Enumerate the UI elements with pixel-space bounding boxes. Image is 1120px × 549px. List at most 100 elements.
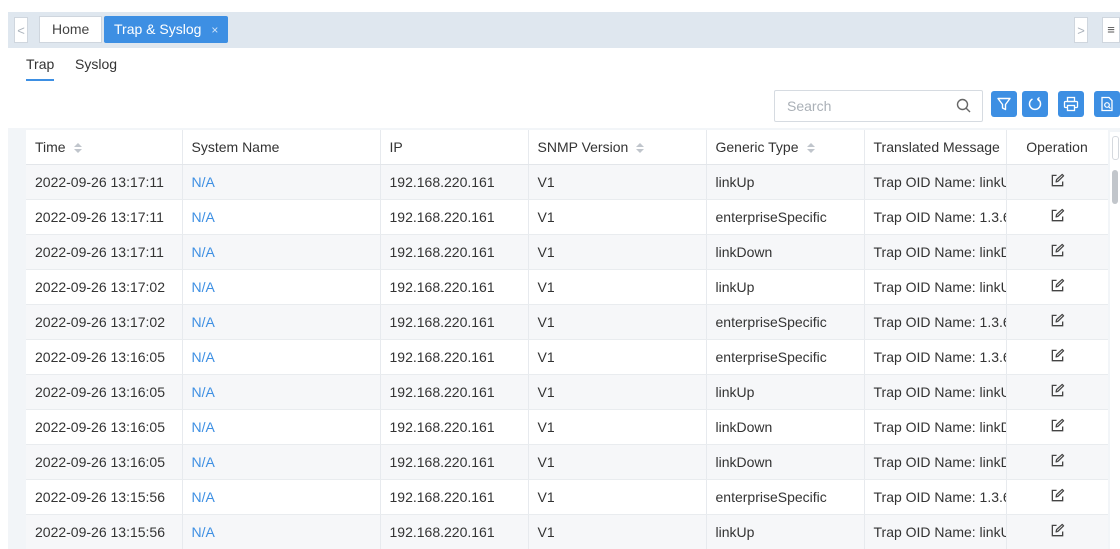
cell-version: V1: [528, 199, 707, 235]
cell-type: enterpriseSpecific: [706, 304, 865, 340]
cell-system[interactable]: N/A: [182, 234, 381, 270]
table-row[interactable]: 2022-09-26 13:17:11 N/A 192.168.220.161 V1 l…: [26, 164, 1108, 200]
tab-home[interactable]: Home: [39, 16, 103, 43]
cell-ip: 192.168.220.161: [380, 374, 529, 410]
edit-icon[interactable]: [1050, 453, 1065, 468]
edit-icon[interactable]: [1050, 383, 1065, 398]
table-header-row: Time System Name IP SNMP Version Generic…: [26, 130, 1108, 165]
cell-system[interactable]: N/A: [182, 479, 381, 515]
cell-time: 2022-09-26 13:16:05: [26, 374, 183, 410]
sort-icon[interactable]: [636, 143, 645, 154]
cell-operation: [1006, 164, 1108, 200]
edit-icon[interactable]: [1050, 348, 1065, 363]
col-system-name: System Name: [182, 130, 381, 165]
table-row[interactable]: 2022-09-26 13:16:05 N/A 192.168.220.161 V1 l…: [26, 409, 1108, 445]
edit-icon[interactable]: [1050, 243, 1065, 258]
cell-message: Trap OID Name: 1.3.6: [864, 199, 1007, 235]
sort-icon[interactable]: [806, 143, 815, 154]
scrollbar-header-cap: [1112, 136, 1119, 160]
edit-icon[interactable]: [1050, 173, 1065, 188]
sub-tab-bar: Trap Syslog: [8, 48, 1120, 82]
cell-message: Trap OID Name: 1.3.6: [864, 339, 1007, 375]
col-snmp-version[interactable]: SNMP Version: [528, 130, 707, 165]
table-row[interactable]: 2022-09-26 13:16:05 N/A 192.168.220.161 V1 l…: [26, 374, 1108, 410]
cell-system[interactable]: N/A: [182, 374, 381, 410]
cell-system[interactable]: N/A: [182, 339, 381, 375]
table-row[interactable]: 2022-09-26 13:17:02 N/A 192.168.220.161 V1 l…: [26, 269, 1108, 305]
cell-system[interactable]: N/A: [182, 164, 381, 200]
table-row[interactable]: 2022-09-26 13:17:11 N/A 192.168.220.161 V1 e…: [26, 199, 1108, 235]
cell-system[interactable]: N/A: [182, 304, 381, 340]
cell-ip: 192.168.220.161: [380, 409, 529, 445]
cell-operation: [1006, 479, 1108, 515]
table-scrollbar[interactable]: [1110, 132, 1120, 549]
cell-operation: [1006, 304, 1108, 340]
cell-ip: 192.168.220.161: [380, 304, 529, 340]
table-row[interactable]: 2022-09-26 13:17:11 N/A 192.168.220.161 V1 l…: [26, 234, 1108, 270]
edit-icon[interactable]: [1050, 313, 1065, 328]
export-button[interactable]: [1094, 91, 1120, 117]
cell-system[interactable]: N/A: [182, 199, 381, 235]
cell-time: 2022-09-26 13:17:02: [26, 304, 183, 340]
table-row[interactable]: 2022-09-26 13:16:05 N/A 192.168.220.161 V1 l…: [26, 444, 1108, 480]
close-icon[interactable]: ×: [211, 23, 218, 37]
cell-message: Trap OID Name: linkDown: [864, 409, 1007, 445]
tab-trap[interactable]: Trap: [26, 56, 55, 81]
col-time[interactable]: Time: [26, 130, 183, 165]
cell-version: V1: [528, 444, 707, 480]
cell-message: Trap OID Name: linkUp: [864, 269, 1007, 305]
edit-icon[interactable]: [1050, 278, 1065, 293]
search-input[interactable]: [785, 91, 959, 121]
table-row[interactable]: 2022-09-26 13:15:56 N/A 192.168.220.161 V1 e…: [26, 479, 1108, 515]
col-generic-type[interactable]: Generic Type: [706, 130, 865, 165]
col-ip: IP: [380, 130, 529, 165]
cell-time: 2022-09-26 13:16:05: [26, 339, 183, 375]
search-icon[interactable]: [954, 96, 974, 116]
cell-message: Trap OID Name: linkDown: [864, 234, 1007, 270]
table-row[interactable]: 2022-09-26 13:17:02 N/A 192.168.220.161 V1 e…: [26, 304, 1108, 340]
export-icon: [1101, 96, 1113, 112]
tabs-menu-button[interactable]: ≡: [1102, 17, 1120, 43]
cell-system[interactable]: N/A: [182, 514, 381, 549]
cell-type: enterpriseSpecific: [706, 339, 865, 375]
print-icon: [1063, 96, 1079, 112]
table-row[interactable]: 2022-09-26 13:16:05 N/A 192.168.220.161 V1 e…: [26, 339, 1108, 375]
cell-version: V1: [528, 374, 707, 410]
cell-ip: 192.168.220.161: [380, 514, 529, 549]
filter-button[interactable]: [991, 91, 1017, 117]
cell-type: linkDown: [706, 409, 865, 445]
tab-trap-syslog[interactable]: Trap & Syslog ×: [104, 16, 229, 43]
trap-table: Time System Name IP SNMP Version Generic…: [26, 130, 1108, 549]
scrollbar-thumb[interactable]: [1112, 170, 1118, 204]
edit-icon[interactable]: [1050, 418, 1065, 433]
cell-system[interactable]: N/A: [182, 444, 381, 480]
menu-icon: ≡: [1107, 22, 1115, 37]
cell-time: 2022-09-26 13:17:11: [26, 164, 183, 200]
cell-message: Trap OID Name: linkUp: [864, 164, 1007, 200]
table-row[interactable]: 2022-09-26 13:15:56 N/A 192.168.220.161 V1 l…: [26, 514, 1108, 549]
col-translated-message: Translated Message: [864, 130, 1007, 165]
refresh-button[interactable]: [1022, 91, 1048, 117]
tabs-prev-button[interactable]: <: [14, 17, 28, 43]
edit-icon[interactable]: [1050, 208, 1065, 223]
cell-message: Trap OID Name: 1.3.6: [864, 304, 1007, 340]
cell-time: 2022-09-26 13:17:02: [26, 269, 183, 305]
cell-version: V1: [528, 234, 707, 270]
tabs-next-button[interactable]: >: [1074, 17, 1088, 43]
cell-version: V1: [528, 269, 707, 305]
print-button[interactable]: [1058, 91, 1084, 117]
cell-operation: [1006, 339, 1108, 375]
cell-system[interactable]: N/A: [182, 269, 381, 305]
refresh-icon: [1028, 96, 1042, 111]
edit-icon[interactable]: [1050, 523, 1065, 538]
cell-time: 2022-09-26 13:15:56: [26, 479, 183, 515]
cell-system[interactable]: N/A: [182, 409, 381, 445]
cell-message: Trap OID Name: 1.3.6: [864, 479, 1007, 515]
cell-ip: 192.168.220.161: [380, 479, 529, 515]
cell-operation: [1006, 409, 1108, 445]
sort-icon[interactable]: [73, 143, 82, 154]
edit-icon[interactable]: [1050, 488, 1065, 503]
table-toolbar: [8, 82, 1120, 128]
tab-syslog[interactable]: Syslog: [75, 56, 117, 72]
cell-time: 2022-09-26 13:16:05: [26, 444, 183, 480]
